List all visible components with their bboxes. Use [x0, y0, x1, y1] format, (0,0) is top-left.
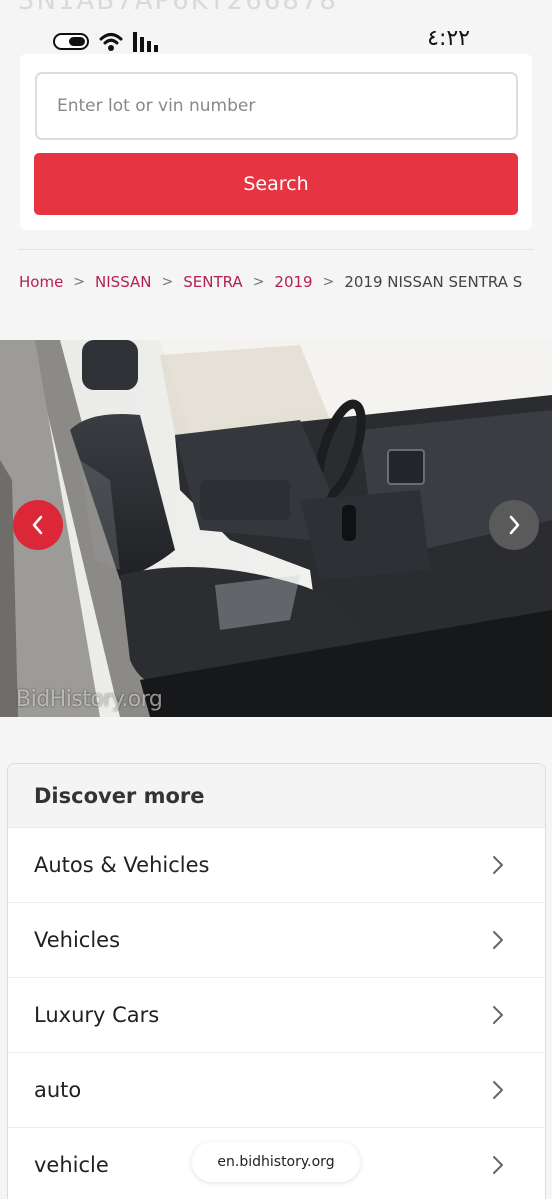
breadcrumb-model[interactable]: SENTRA	[183, 273, 242, 291]
discover-item-label: Vehicles	[34, 928, 121, 952]
discover-item[interactable]: auto	[8, 1052, 545, 1127]
breadcrumb-separator-icon: >	[322, 274, 335, 290]
chevron-right-icon	[493, 1006, 503, 1024]
chevron-right-icon	[493, 1156, 503, 1174]
battery-icon	[53, 33, 89, 50]
breadcrumb: Home > NISSAN > SENTRA > 2019 > 2019 NIS…	[19, 272, 522, 292]
discover-item-label: Luxury Cars	[34, 1003, 160, 1027]
vin-background-text: 3N1AB7AP6KY266878	[18, 0, 338, 16]
previous-image-button[interactable]	[13, 500, 63, 550]
discover-item-label: Autos & Vehicles	[34, 853, 210, 877]
discover-item[interactable]: Autos & Vehicles	[8, 827, 545, 902]
breadcrumb-year[interactable]: 2019	[274, 273, 312, 291]
search-card: Search	[20, 54, 532, 230]
status-time: ٤:٢٢	[427, 26, 470, 51]
chevron-left-icon	[32, 515, 43, 535]
discover-item-label: vehicle	[34, 1153, 109, 1177]
discover-item[interactable]: Vehicles	[8, 902, 545, 977]
search-input[interactable]	[35, 72, 518, 140]
discover-more-panel: Discover more Autos & Vehicles Vehicles …	[7, 763, 546, 1199]
chevron-right-icon	[493, 856, 503, 874]
chevron-right-icon	[509, 515, 520, 535]
status-bar: ٤:٢٢	[0, 22, 552, 58]
breadcrumb-separator-icon: >	[252, 274, 265, 290]
divider	[18, 249, 534, 250]
search-button[interactable]: Search	[34, 153, 518, 215]
breadcrumb-make[interactable]: NISSAN	[95, 273, 151, 291]
next-image-button[interactable]	[489, 500, 539, 550]
discover-more-title: Discover more	[8, 764, 545, 827]
watermark: BidHistory.org	[16, 687, 163, 712]
discover-item-label: auto	[34, 1078, 82, 1102]
breadcrumb-separator-icon: >	[73, 274, 86, 290]
url-bar[interactable]: en.bidhistory.org	[192, 1142, 360, 1182]
breadcrumb-separator-icon: >	[161, 274, 174, 290]
chevron-right-icon	[493, 931, 503, 949]
chevron-right-icon	[493, 1081, 503, 1099]
discover-item[interactable]: Luxury Cars	[8, 977, 545, 1052]
vehicle-photo-gallery[interactable]: BidHistory.org	[0, 340, 552, 717]
breadcrumb-current: 2019 NISSAN SENTRA S	[344, 273, 523, 291]
vehicle-interior-photo	[0, 340, 552, 717]
signal-icon	[133, 32, 158, 52]
wifi-icon	[99, 33, 123, 51]
breadcrumb-home[interactable]: Home	[19, 273, 63, 291]
